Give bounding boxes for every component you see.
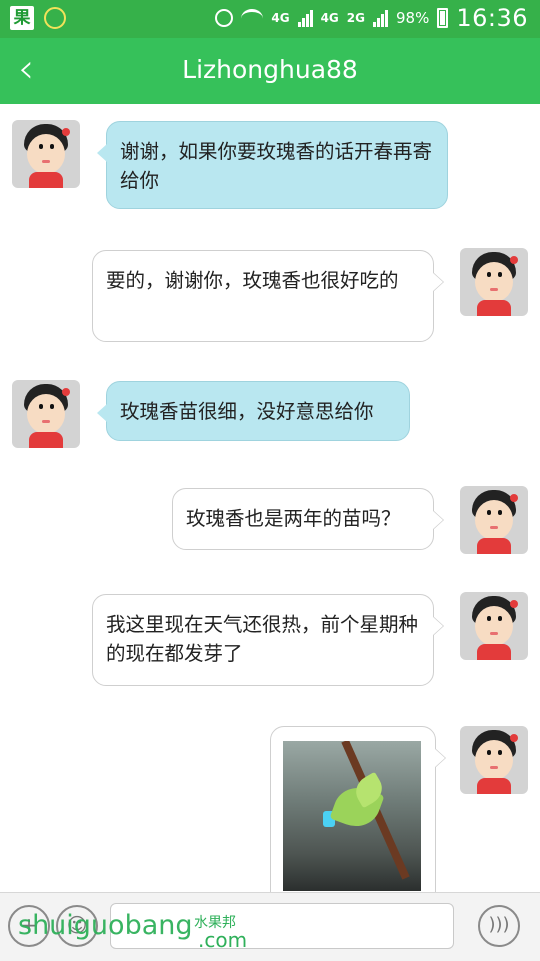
watermark-suffix: .com <box>198 928 248 952</box>
message-bubble-incoming[interactable]: 谢谢，如果你要玫瑰香的话开春再寄给你 <box>97 121 448 209</box>
avatar[interactable] <box>460 486 528 554</box>
message-text: 谢谢，如果你要玫瑰香的话开春再寄给你 <box>120 140 433 192</box>
battery-icon <box>437 8 449 28</box>
network-type-label: 4G <box>271 11 290 25</box>
message-text: 玫瑰香也是两年的苗吗？ <box>186 507 401 530</box>
voice-button[interactable]: ))) <box>478 905 520 947</box>
alarm-icon <box>215 9 234 27</box>
app-notification-icon: 果 <box>10 6 34 30</box>
avatar[interactable] <box>460 726 528 794</box>
message-bubble-incoming[interactable]: 玫瑰香苗很细，没好意思给你 <box>97 381 410 441</box>
sync-icon <box>44 7 66 29</box>
clock-time: 16:36 <box>456 4 528 32</box>
avatar[interactable] <box>460 592 528 660</box>
message-text: 我这里现在天气还很热，前个星期种的现在都发芽了 <box>106 613 419 665</box>
signal-2g-icon <box>372 9 388 27</box>
network-4g-small-label: 4G <box>320 11 339 25</box>
sprout-photo[interactable] <box>283 741 421 891</box>
message-bubble-outgoing[interactable]: 玫瑰香也是两年的苗吗？ <box>172 488 444 550</box>
message-bubble-outgoing[interactable]: 我这里现在天气还很热，前个星期种的现在都发芽了 <box>92 594 444 686</box>
message-list[interactable]: 谢谢，如果你要玫瑰香的话开春再寄给你 要的，谢谢你，玫瑰香也很好吃的 玫瑰香苗很… <box>0 104 540 892</box>
status-right: 4G 4G 2G 98% 16:36 <box>215 4 528 32</box>
status-bar: 果 4G 4G 2G 98% 16:36 <box>0 0 540 38</box>
image-message-bubble[interactable] <box>270 726 446 892</box>
message-bubble-outgoing[interactable]: 要的，谢谢你，玫瑰香也很好吃的 <box>92 250 444 342</box>
status-left: 果 <box>10 6 66 30</box>
message-text: 玫瑰香苗很细，没好意思给你 <box>120 400 374 423</box>
watermark-text: shuiguobang <box>18 910 193 941</box>
battery-percent: 98% <box>395 9 430 27</box>
chat-header: ‹ Lizhonghua88 <box>0 38 540 104</box>
avatar[interactable] <box>12 380 80 448</box>
avatar[interactable] <box>12 120 80 188</box>
chat-title: Lizhonghua88 <box>182 55 358 84</box>
wifi-icon <box>241 8 264 28</box>
avatar[interactable] <box>460 248 528 316</box>
network-2g-label: 2G <box>346 11 365 25</box>
message-text: 要的，谢谢你，玫瑰香也很好吃的 <box>106 269 399 292</box>
voice-icon: ))) <box>488 914 510 935</box>
signal-4g-icon <box>297 9 313 27</box>
